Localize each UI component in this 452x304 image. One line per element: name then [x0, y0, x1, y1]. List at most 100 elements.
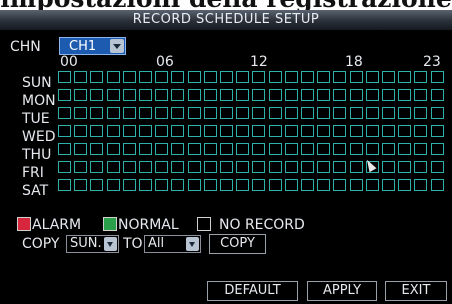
- schedule-cell[interactable]: [414, 179, 428, 191]
- schedule-cell[interactable]: [187, 143, 201, 155]
- schedule-cell[interactable]: [139, 107, 153, 119]
- schedule-cell[interactable]: [155, 179, 169, 191]
- schedule-cell[interactable]: [220, 89, 234, 101]
- schedule-cell[interactable]: [430, 71, 444, 83]
- schedule-cell[interactable]: [171, 143, 185, 155]
- schedule-cell[interactable]: [171, 125, 185, 137]
- schedule-cell[interactable]: [106, 143, 120, 155]
- schedule-cell[interactable]: [284, 107, 298, 119]
- schedule-cell[interactable]: [365, 71, 379, 83]
- schedule-cell[interactable]: [317, 161, 331, 173]
- schedule-cell[interactable]: [155, 161, 169, 173]
- schedule-cell[interactable]: [106, 107, 120, 119]
- schedule-cell[interactable]: [58, 125, 71, 137]
- schedule-cell[interactable]: [365, 125, 379, 137]
- schedule-cell[interactable]: [203, 179, 217, 191]
- schedule-cell[interactable]: [414, 107, 428, 119]
- chevron-down-icon[interactable]: [186, 237, 199, 251]
- schedule-cell[interactable]: [58, 143, 71, 155]
- copy-button[interactable]: COPY: [209, 234, 266, 254]
- schedule-cell[interactable]: [139, 89, 153, 101]
- schedule-cell[interactable]: [252, 125, 266, 137]
- schedule-cell[interactable]: [139, 179, 153, 191]
- chevron-down-icon[interactable]: [110, 39, 124, 53]
- schedule-cell[interactable]: [171, 89, 185, 101]
- schedule-cell[interactable]: [220, 107, 234, 119]
- schedule-cell[interactable]: [382, 143, 396, 155]
- schedule-cell[interactable]: [155, 89, 169, 101]
- schedule-cell[interactable]: [122, 107, 136, 119]
- schedule-cell[interactable]: [284, 161, 298, 173]
- schedule-cell[interactable]: [187, 179, 201, 191]
- schedule-cell[interactable]: [430, 89, 444, 101]
- default-button[interactable]: DEFAULT: [207, 281, 298, 301]
- schedule-cell[interactable]: [349, 89, 363, 101]
- schedule-cell[interactable]: [220, 143, 234, 155]
- schedule-cell[interactable]: [268, 107, 282, 119]
- schedule-cell[interactable]: [268, 161, 282, 173]
- schedule-cell[interactable]: [284, 143, 298, 155]
- schedule-cell[interactable]: [349, 143, 363, 155]
- schedule-cell[interactable]: [365, 143, 379, 155]
- schedule-cell[interactable]: [414, 161, 428, 173]
- schedule-cell[interactable]: [171, 161, 185, 173]
- schedule-cell[interactable]: [74, 107, 88, 119]
- schedule-cell[interactable]: [333, 71, 347, 83]
- schedule-cell[interactable]: [90, 161, 104, 173]
- schedule-cell[interactable]: [236, 161, 250, 173]
- schedule-cell[interactable]: [301, 125, 315, 137]
- schedule-cell[interactable]: [333, 161, 347, 173]
- schedule-cell[interactable]: [398, 161, 412, 173]
- schedule-cell[interactable]: [90, 143, 104, 155]
- schedule-cell[interactable]: [106, 161, 120, 173]
- schedule-cell[interactable]: [236, 71, 250, 83]
- schedule-cell[interactable]: [382, 107, 396, 119]
- schedule-cell[interactable]: [155, 143, 169, 155]
- schedule-cell[interactable]: [365, 107, 379, 119]
- schedule-cell[interactable]: [90, 125, 104, 137]
- chevron-down-icon[interactable]: [104, 237, 117, 251]
- channel-select[interactable]: CH1: [59, 37, 126, 55]
- schedule-cell[interactable]: [317, 179, 331, 191]
- schedule-cell[interactable]: [301, 107, 315, 119]
- schedule-cell[interactable]: [139, 143, 153, 155]
- schedule-cell[interactable]: [382, 161, 396, 173]
- schedule-cell[interactable]: [268, 179, 282, 191]
- schedule-cell[interactable]: [382, 179, 396, 191]
- schedule-cell[interactable]: [220, 161, 234, 173]
- schedule-cell[interactable]: [122, 143, 136, 155]
- schedule-cell[interactable]: [284, 179, 298, 191]
- schedule-cell[interactable]: [333, 89, 347, 101]
- schedule-cell[interactable]: [268, 125, 282, 137]
- schedule-cell[interactable]: [333, 179, 347, 191]
- schedule-cell[interactable]: [317, 71, 331, 83]
- schedule-cell[interactable]: [268, 143, 282, 155]
- schedule-cell[interactable]: [236, 89, 250, 101]
- schedule-cell[interactable]: [252, 161, 266, 173]
- schedule-cell[interactable]: [236, 125, 250, 137]
- schedule-cell[interactable]: [382, 71, 396, 83]
- schedule-cell[interactable]: [203, 107, 217, 119]
- schedule-cell[interactable]: [220, 179, 234, 191]
- schedule-cell[interactable]: [252, 107, 266, 119]
- schedule-cell[interactable]: [268, 89, 282, 101]
- copy-to-select[interactable]: All: [144, 235, 201, 253]
- apply-button[interactable]: APPLY: [307, 281, 377, 301]
- schedule-cell[interactable]: [236, 107, 250, 119]
- schedule-cell[interactable]: [301, 89, 315, 101]
- schedule-cell[interactable]: [171, 71, 185, 83]
- schedule-cell[interactable]: [58, 71, 71, 83]
- schedule-cell[interactable]: [58, 107, 71, 119]
- schedule-cell[interactable]: [203, 125, 217, 137]
- schedule-cell[interactable]: [122, 125, 136, 137]
- schedule-cell[interactable]: [74, 89, 88, 101]
- schedule-cell[interactable]: [187, 71, 201, 83]
- schedule-cell[interactable]: [220, 125, 234, 137]
- schedule-cell[interactable]: [284, 71, 298, 83]
- schedule-cell[interactable]: [203, 71, 217, 83]
- schedule-cell[interactable]: [349, 161, 363, 173]
- schedule-cell[interactable]: [252, 143, 266, 155]
- schedule-cell[interactable]: [74, 125, 88, 137]
- schedule-cell[interactable]: [398, 143, 412, 155]
- schedule-cell[interactable]: [284, 125, 298, 137]
